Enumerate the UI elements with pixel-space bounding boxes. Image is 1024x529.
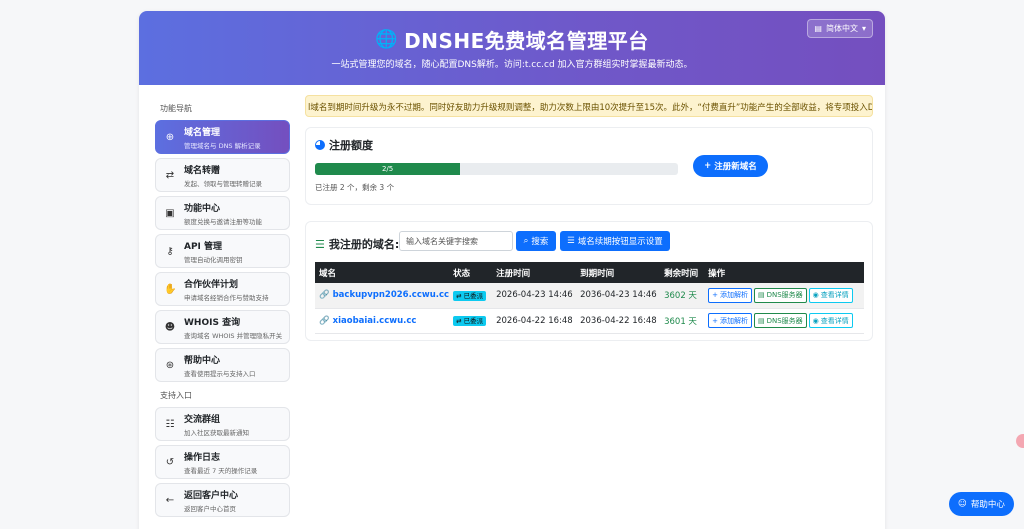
table-row: 🔗 xiaobaiai.ccwu.cc ⇄ 已委派 2026-04-22 16:4… [315, 308, 864, 334]
column-header: 域名 [315, 262, 450, 283]
registered-cell: 2026-04-23 14:46 [492, 283, 577, 309]
toolbox-icon: ▣ [165, 207, 175, 219]
quota-card: 注册额度 2/5 已注册 2 个，剩余 3 个 + 注册新域名 [305, 127, 873, 205]
renew-settings-button[interactable]: ☰ 域名续期按钮显示设置 [560, 231, 670, 251]
view-details-button[interactable]: ◉ 查看详情 [808, 313, 853, 328]
domain-link[interactable]: 🔗 backupvpn2026.ccwu.cc [319, 290, 449, 300]
column-header: 剩余时间 [660, 262, 705, 283]
sidebar-section-title: 功能导航 [160, 104, 192, 113]
globe-icon: ⊕ [165, 131, 175, 143]
plus-icon: + [712, 291, 718, 300]
quota-note: 已注册 2 个，剩余 3 个 [315, 183, 395, 192]
column-header: 注册时间 [492, 262, 577, 283]
side-widget-tab[interactable] [1016, 434, 1024, 448]
column-header: 到期时间 [576, 262, 661, 283]
users-icon: ☷ [165, 418, 175, 430]
language-icon: ▤ [814, 24, 822, 33]
handshake-icon: ✋ [164, 283, 177, 295]
search-button[interactable]: ⌕ 搜索 [516, 231, 556, 251]
server-icon: ▤ [757, 291, 765, 300]
domains-table: 域名 状态 注册时间 到期时间 剩余时间 操作 🔗 backupvpn2026.c… [315, 262, 864, 334]
status-badge: ⇄ 已委派 [453, 316, 487, 326]
arrow-left-icon: ← [165, 494, 175, 506]
list-icon: ☰ [315, 237, 325, 251]
sidebar: 功能导航 ⊕ 域名管理 管理域名与 DNS 解析记录 ⇄ 域名转赠 发起、领取与管理… [150, 95, 295, 529]
server-icon: ▤ [757, 316, 765, 325]
column-header: 操作 [704, 262, 864, 283]
quota-progress-fill: 2/5 [315, 163, 461, 175]
pie-chart-icon [315, 140, 325, 150]
remaining-cell: 3602 天 [660, 283, 705, 309]
status-badge: ⇄ 已委派 [453, 290, 487, 301]
quota-progress-bar: 2/5 [315, 163, 678, 175]
sidebar-item-logs[interactable]: ↺ 操作日志 查看最近 7 天的操作记录 [155, 445, 290, 479]
domain-search-input[interactable] [399, 231, 513, 251]
sidebar-item-whois[interactable]: ☻ WHOIS 查询 查询域名 WHOIS 并管理隐私开关 [155, 310, 290, 344]
expires-cell: 2036-04-22 16:48 [576, 308, 661, 334]
dns-servers-button[interactable]: ▤ DNS服务器 [753, 313, 807, 328]
link-icon: 🔗 [319, 315, 330, 326]
main-content: l域名到期时间升级为永不过期。同时好友助力升级规则调整，助力次数上限由10次提升… [305, 95, 873, 341]
view-details-button[interactable]: ◉ 查看详情 [808, 287, 853, 303]
help-center-float-button[interactable]: ☺ 帮助中心 [949, 492, 1014, 516]
history-icon: ↺ [165, 456, 175, 468]
remaining-cell: 3601 天 [660, 308, 705, 334]
eye-icon: ◉ [812, 316, 819, 325]
table-row: 🔗 backupvpn2026.ccwu.cc ⇄ 已委派 2026-04-23 … [315, 283, 864, 309]
expires-cell: 2036-04-23 14:46 [576, 283, 661, 309]
page-header: 🌐 DNSHE免费域名管理平台 一站式管理您的域名，随心配置DNS解析。访问:t… [139, 11, 885, 85]
sidebar-section-title: 支持入口 [160, 391, 192, 400]
user-search-icon: ☻ [164, 321, 176, 333]
eye-icon: ◉ [812, 291, 819, 300]
language-select[interactable]: ▤ 简体中文 ▾ [807, 19, 873, 38]
sidebar-item-feature-center[interactable]: ▣ 功能中心 额度兑换与邀请注册等功能 [155, 196, 290, 230]
sidebar-item-back[interactable]: ← 返回客户中心 返回客户中心首页 [155, 483, 290, 517]
plus-icon: + [704, 161, 712, 171]
add-record-button[interactable]: + 添加解析 [708, 287, 752, 303]
sidebar-item-domain-management[interactable]: ⊕ 域名管理 管理域名与 DNS 解析记录 [155, 120, 290, 154]
sliders-icon: ☰ [567, 236, 575, 246]
sidebar-item-domain-transfer[interactable]: ⇄ 域名转赠 发起、领取与管理转赠记录 [155, 158, 290, 192]
robot-icon: ☺ [958, 499, 967, 509]
dns-servers-button[interactable]: ▤ DNS服务器 [753, 287, 807, 303]
sidebar-item-api[interactable]: ⚷ API 管理 管理自动化调用密钥 [155, 234, 290, 268]
page-title: 🌐 DNSHE免费域名管理平台 [375, 29, 649, 53]
link-icon: 🔗 [319, 290, 330, 301]
register-domain-button[interactable]: + 注册新域名 [693, 155, 768, 177]
sidebar-item-help[interactable]: ⊛ 帮助中心 查看使用提示与支持入口 [155, 348, 290, 382]
main-card: 🌐 DNSHE免费域名管理平台 一站式管理您的域名，随心配置DNS解析。访问:t… [139, 11, 885, 529]
lifebuoy-icon: ⊛ [165, 359, 175, 371]
globe-icon: 🌐 [375, 29, 399, 50]
my-domains-card: ☰ 我注册的域名: ⌕ 搜索 ☰ 域名续期按钮显示设置 域名 状态 注册时间 到… [305, 221, 873, 341]
page-subtitle: 一站式管理您的域名，随心配置DNS解析。访问:t.cc.cd 加入官方群组实时掌… [331, 60, 693, 70]
notice-banner: l域名到期时间升级为永不过期。同时好友助力升级规则调整，助力次数上限由10次提升… [305, 95, 873, 117]
my-domains-title: ☰ 我注册的域名: [315, 237, 400, 252]
transfer-icon: ⇄ [165, 169, 175, 181]
registered-cell: 2026-04-22 16:48 [492, 308, 577, 334]
chevron-down-icon: ▾ [861, 24, 866, 33]
add-record-button[interactable]: + 添加解析 [708, 313, 752, 328]
domain-link[interactable]: 🔗 xiaobaiai.ccwu.cc [319, 316, 449, 326]
search-icon: ⌕ [523, 236, 529, 246]
plus-icon: + [712, 316, 718, 325]
sidebar-item-partner[interactable]: ✋ 合作伙伴计划 申请域名经销合作与赞助支持 [155, 272, 290, 306]
quota-title: 注册额度 [315, 137, 373, 153]
sidebar-item-community[interactable]: ☷ 交流群组 加入社区获取最新通知 [155, 407, 290, 441]
key-icon: ⚷ [166, 245, 174, 257]
column-header: 状态 [449, 262, 493, 283]
